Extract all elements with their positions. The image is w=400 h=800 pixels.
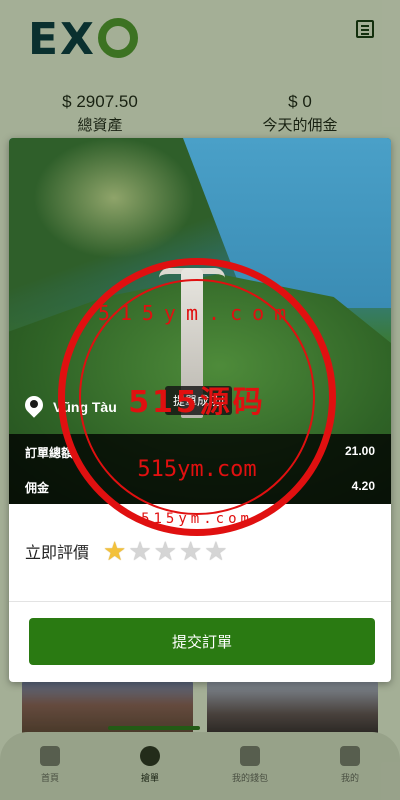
rating-label: 立即評價 — [25, 545, 90, 562]
rating-row: 立即評價 ★ ★ ★ ★ ★ — [25, 538, 230, 564]
order-modal: Vũng Tàu 提單成功! 訂單總額 21.00 佣金 4.20 立即評價 ★… — [9, 138, 391, 682]
commission-row: 佣金 4.20 — [25, 479, 375, 496]
commission-value: 4.20 — [351, 479, 375, 493]
star-icon[interactable]: ★ — [179, 538, 202, 564]
order-total-value: 21.00 — [344, 444, 375, 458]
location-name: Vũng Tàu — [53, 399, 117, 415]
star-icon[interactable]: ★ — [204, 538, 227, 564]
location: Vũng Tàu — [25, 396, 117, 418]
order-image: Vũng Tàu 提單成功! 訂單總額 21.00 佣金 4.20 — [9, 138, 391, 504]
map-pin-icon — [25, 396, 43, 418]
star-icon[interactable]: ★ — [154, 538, 177, 564]
submit-order-button[interactable]: 提交訂單 — [29, 618, 375, 665]
commission-label: 佣金 — [25, 481, 50, 495]
star-icon[interactable]: ★ — [128, 538, 151, 564]
divider — [9, 601, 391, 602]
order-total-row: 訂單總額 21.00 — [25, 444, 375, 461]
order-total-label: 訂單總額 — [25, 446, 74, 460]
star-icon[interactable]: ★ — [103, 538, 126, 564]
order-info-bar: 訂單總額 21.00 佣金 4.20 — [9, 434, 391, 504]
success-toast: 提單成功! — [165, 386, 233, 415]
